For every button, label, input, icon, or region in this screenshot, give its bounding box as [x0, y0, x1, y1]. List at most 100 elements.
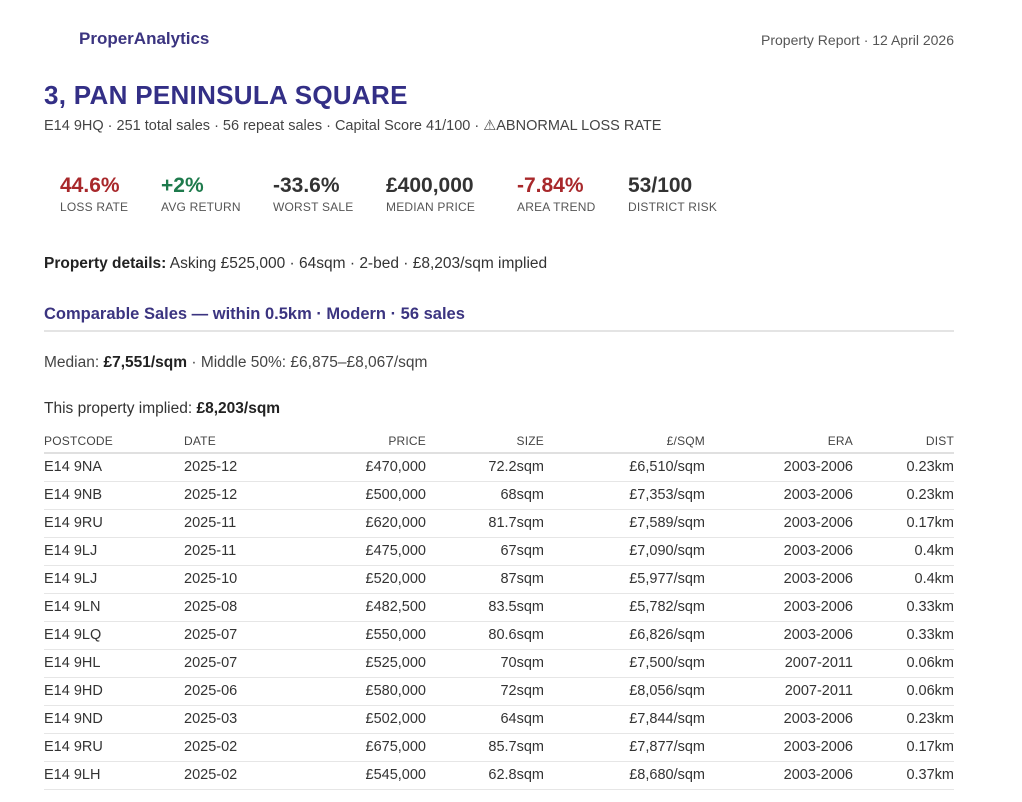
table-cell: E14 9LN: [44, 593, 184, 622]
table-cell: 2025-11: [184, 537, 304, 566]
table-cell: 0.33km: [853, 593, 954, 622]
column-header: PRICE: [304, 429, 426, 454]
table-row: E14 9NA 2025-12 £470,000 72.2sqm £6,510/sqm 2…: [44, 453, 954, 482]
table-cell: E14 9LQ: [44, 621, 184, 650]
table-cell: E14 9RU: [44, 733, 184, 762]
table-row: E14 9LN 2025-08 £482,500 83.5sqm £5,782/sqm 2…: [44, 593, 954, 622]
table-cell: £525,000: [304, 649, 426, 678]
metric-label: LOSS RATE: [60, 200, 129, 214]
table-row: E14 9RU 2025-11 £620,000 81.7sqm £7,589/sqm 2…: [44, 509, 954, 538]
brand-logo-text: ProperAnalytics: [79, 29, 210, 48]
table-row: E14 9RU 2025-02 £675,000 85.7sqm £7,877/sqm 2…: [44, 733, 954, 762]
metric-label: WORST SALE: [273, 200, 354, 214]
table-cell: E14 9LJ: [44, 537, 184, 566]
table-header-row: POSTCODE DATE PRICE SIZE £/SQM ERA DIST: [44, 429, 954, 454]
table-cell: 2003-2006: [705, 621, 853, 650]
column-header: ERA: [705, 429, 853, 454]
table-cell: 0.06km: [853, 677, 954, 706]
table-cell: £5,977/sqm: [544, 565, 705, 594]
table-cell: E14 9RU: [44, 509, 184, 538]
table-row: E14 9LJ 2025-11 £475,000 67sqm £7,090/sqm 200…: [44, 537, 954, 566]
table-cell: 2025-12: [184, 453, 304, 482]
metric-median-price: £400,000 MEDIAN PRICE: [386, 174, 475, 214]
table-cell: £7,090/sqm: [544, 537, 705, 566]
column-header: POSTCODE: [44, 429, 184, 454]
table-cell: 0.4km: [853, 565, 954, 594]
table-cell: 2025-06: [184, 677, 304, 706]
metric-value: 53/100: [628, 174, 693, 197]
details-text: Asking £525,000 · 64sqm · 2-bed · £8,203…: [166, 255, 548, 272]
table-cell: £6,826/sqm: [544, 621, 705, 650]
table-cell: E14 9LJ: [44, 565, 184, 594]
table-cell: 0.17km: [853, 509, 954, 538]
column-header: £/SQM: [544, 429, 705, 454]
property-title: 3, PAN PENINSULA SQUARE: [44, 80, 408, 110]
table-cell: 2025-07: [184, 649, 304, 678]
implied-label: This property implied:: [44, 400, 197, 417]
table-cell: 2003-2006: [705, 453, 853, 482]
table-cell: 87sqm: [426, 565, 544, 594]
details-label: Property details:: [44, 255, 167, 272]
metric-value: 44.6%: [60, 174, 120, 197]
table-cell: 0.17km: [853, 733, 954, 762]
table-row: E14 9NB 2025-12 £500,000 68sqm £7,353/sqm 200…: [44, 481, 954, 510]
table-cell: E14 9NA: [44, 453, 184, 482]
table-row: E14 9LQ 2025-07 £550,000 80.6sqm £6,826/sqm 2…: [44, 621, 954, 650]
column-header: DATE: [184, 429, 304, 454]
metric-district-risk: 53/100 DISTRICT RISK: [628, 174, 717, 214]
table-cell: 2025-12: [184, 481, 304, 510]
table-cell: 72sqm: [426, 677, 544, 706]
table-cell: £545,000: [304, 761, 426, 790]
metric-avg-return: +2% AVG RETURN: [161, 174, 241, 214]
table-cell: 64sqm: [426, 705, 544, 734]
table-cell: E14 9HL: [44, 649, 184, 678]
median-value: £7,551/sqm: [103, 354, 188, 371]
table-cell: 80.6sqm: [426, 621, 544, 650]
table-cell: 2003-2006: [705, 705, 853, 734]
implied-summary: This property implied: £8,203/sqm: [44, 400, 280, 418]
table-cell: 2003-2006: [705, 761, 853, 790]
table-cell: £550,000: [304, 621, 426, 650]
table-cell: 67sqm: [426, 537, 544, 566]
metric-loss-rate: 44.6% LOSS RATE: [60, 174, 128, 214]
table-cell: £520,000: [304, 565, 426, 594]
table-cell: 2025-02: [184, 761, 304, 790]
table-cell: £7,844/sqm: [544, 705, 705, 734]
section-divider: [44, 330, 954, 332]
table-cell: 0.23km: [853, 453, 954, 482]
property-details: Property details: Asking £525,000 · 64sq…: [44, 255, 547, 273]
table-cell: 2025-10: [184, 565, 304, 594]
table-cell: E14 9LH: [44, 761, 184, 790]
table-cell: 2025-03: [184, 705, 304, 734]
table-cell: 2003-2006: [705, 509, 853, 538]
median-label: Median:: [44, 354, 104, 371]
table-cell: £470,000: [304, 453, 426, 482]
table-cell: 72.2sqm: [426, 453, 544, 482]
table-cell: 83.5sqm: [426, 593, 544, 622]
table-cell: 70sqm: [426, 649, 544, 678]
table-cell: E14 9ND: [44, 705, 184, 734]
warning-icon: ⚠: [483, 118, 497, 134]
metric-label: AVG RETURN: [161, 200, 241, 214]
implied-value: £8,203/sqm: [196, 400, 281, 417]
table-cell: £500,000: [304, 481, 426, 510]
table-cell: 85.7sqm: [426, 733, 544, 762]
warning-text: ABNORMAL LOSS RATE: [496, 118, 662, 134]
table-cell: 2003-2006: [705, 537, 853, 566]
table-cell: 0.06km: [853, 649, 954, 678]
table-cell: 81.7sqm: [426, 509, 544, 538]
summary-text: E14 9HQ · 251 total sales · 56 repeat sa…: [44, 118, 484, 134]
metric-value: -33.6%: [273, 174, 340, 197]
column-header: SIZE: [426, 429, 544, 454]
comparables-heading: Comparable Sales — within 0.5km · Modern…: [44, 305, 465, 323]
table-cell: 2003-2006: [705, 481, 853, 510]
table-cell: 2007-2011: [705, 677, 853, 706]
table-cell: 2003-2006: [705, 733, 853, 762]
table-cell: £7,589/sqm: [544, 509, 705, 538]
metric-value: -7.84%: [517, 174, 584, 197]
table-cell: 62.8sqm: [426, 761, 544, 790]
table-cell: E14 9NB: [44, 481, 184, 510]
middle-range: · Middle 50%: £6,875–£8,067/sqm: [187, 354, 428, 371]
table-row: E14 9LH 2025-02 £545,000 62.8sqm £8,680/sqm 2…: [44, 761, 954, 790]
metric-label: DISTRICT RISK: [628, 200, 718, 214]
